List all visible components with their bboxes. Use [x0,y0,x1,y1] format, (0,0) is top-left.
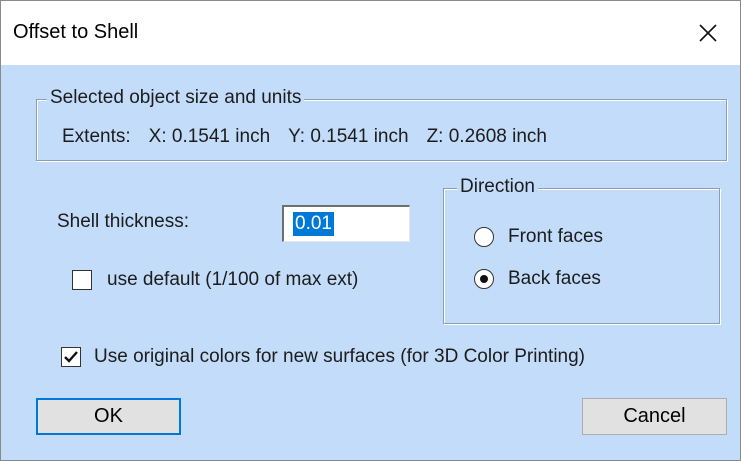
cancel-button[interactable]: Cancel [582,398,727,435]
direction-legend: Direction [457,176,538,198]
use-default-label[interactable]: use default (1/100 of max ext) [107,269,358,291]
object-size-group: Selected object size and units Extents: X… [36,87,727,161]
extent-z: Z: 0.2608 inch [426,126,547,147]
extents-label: Extents: [62,126,131,147]
use-default-checkbox[interactable] [72,270,92,290]
dialog-body: Selected object size and units Extents: X… [1,65,740,460]
front-faces-label[interactable]: Front faces [508,226,603,248]
use-original-colors-label[interactable]: Use original colors for new surfaces (fo… [94,346,585,368]
offset-to-shell-dialog: Offset to Shell Selected object size and… [0,0,741,461]
shell-thickness-value: 0.01 [293,212,334,236]
close-x-icon [699,24,717,42]
object-size-legend: Selected object size and units [47,87,305,109]
extent-x: X: 0.1541 inch [148,126,271,147]
back-faces-radio[interactable] [474,269,494,289]
window-title: Offset to Shell [13,21,139,43]
use-original-colors-checkbox[interactable] [61,347,81,367]
front-faces-radio[interactable] [474,227,494,247]
title-bar: Offset to Shell [1,1,740,65]
direction-group: Direction Front faces Back faces [443,176,720,324]
radio-selected-dot-icon [480,275,488,283]
extent-y: Y: 0.1541 inch [288,126,409,147]
shell-thickness-input[interactable]: 0.01 [282,205,410,242]
ok-button[interactable]: OK [36,398,181,435]
checkmark-icon [64,351,78,363]
shell-thickness-label: Shell thickness: [57,211,190,232]
back-faces-label[interactable]: Back faces [508,268,601,290]
close-button[interactable] [676,1,740,65]
extents-readout: Extents: X: 0.1541 inch Y: 0.1541 inch Z: 0… [62,126,565,148]
